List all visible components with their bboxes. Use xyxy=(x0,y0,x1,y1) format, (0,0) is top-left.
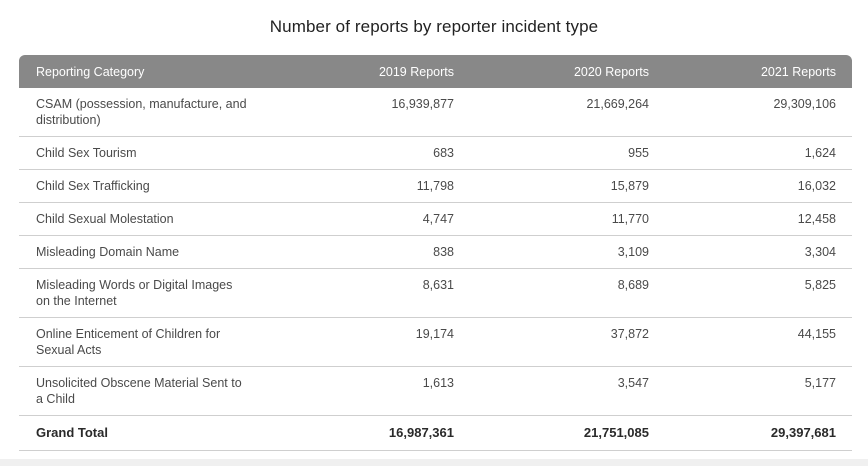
table-row: Misleading Words or Digital Images on th… xyxy=(19,269,852,318)
table-row: Child Sexual Molestation 4,747 11,770 12… xyxy=(19,203,852,236)
row-2019: 4,747 xyxy=(422,212,454,226)
row-2019: 19,174 xyxy=(415,327,454,341)
row-2020: 8,689 xyxy=(617,278,649,292)
grand-total-row: Grand Total 16,987,361 21,751,085 29,397… xyxy=(19,416,852,450)
row-category: Child Sex Tourism xyxy=(36,146,137,160)
row-category: Online Enticement of Children for Sexual… xyxy=(36,327,221,357)
row-category: Unsolicited Obscene Material Sent to a C… xyxy=(36,376,242,406)
row-category: Child Sex Trafficking xyxy=(36,179,150,193)
table-row: Misleading Domain Name 838 3,109 3,304 xyxy=(19,236,852,269)
row-2021: 5,825 xyxy=(804,278,836,292)
header-2019: 2019 Reports xyxy=(378,64,454,79)
total-2020: 21,751,085 xyxy=(583,425,649,440)
row-2020: 37,872 xyxy=(610,327,649,341)
row-2021: 3,304 xyxy=(804,245,836,259)
row-2021: 1,624 xyxy=(804,146,836,160)
row-2020: 21,669,264 xyxy=(586,97,649,111)
row-2019: 683 xyxy=(433,146,454,160)
row-2020: 15,879 xyxy=(610,179,649,193)
row-2021: 44,155 xyxy=(797,327,836,341)
row-category: CSAM (possession, manufacture, and distr… xyxy=(36,97,247,127)
row-2021: 29,309,106 xyxy=(773,97,836,111)
row-2020: 11,770 xyxy=(611,212,649,226)
header-category: Reporting Category xyxy=(36,64,145,79)
row-2020: 3,109 xyxy=(617,245,649,259)
row-2019: 8,631 xyxy=(422,278,454,292)
row-2019: 16,939,877 xyxy=(391,97,454,111)
row-category: Misleading Domain Name xyxy=(36,245,180,259)
page-bottom-edge xyxy=(0,459,868,466)
row-2019: 11,798 xyxy=(416,179,454,193)
row-2020: 955 xyxy=(628,146,649,160)
total-label: Grand Total xyxy=(36,425,108,440)
table-header-row: Reporting Category 2019 Reports 2020 Rep… xyxy=(19,55,852,88)
table-row: Child Sex Trafficking 11,798 15,879 16,0… xyxy=(19,170,852,203)
total-2021: 29,397,681 xyxy=(770,425,836,440)
header-2020: 2020 Reports xyxy=(573,64,649,79)
row-2021: 5,177 xyxy=(804,376,836,390)
row-2020: 3,547 xyxy=(617,376,649,390)
row-category: Child Sexual Molestation xyxy=(36,212,174,226)
header-2021: 2021 Reports xyxy=(760,64,836,79)
table-row: CSAM (possession, manufacture, and distr… xyxy=(19,88,852,137)
table-row: Unsolicited Obscene Material Sent to a C… xyxy=(19,367,852,416)
row-2021: 12,458 xyxy=(797,212,836,226)
row-2019: 838 xyxy=(433,245,454,259)
row-category: Misleading Words or Digital Images on th… xyxy=(36,278,233,308)
reports-table: Reporting Category 2019 Reports 2020 Rep… xyxy=(19,55,852,451)
row-2021: 16,032 xyxy=(797,179,836,193)
row-2019: 1,613 xyxy=(422,376,454,390)
table-title: Number of reports by reporter incident t… xyxy=(269,17,599,36)
table-row: Online Enticement of Children for Sexual… xyxy=(19,318,852,367)
total-2019: 16,987,361 xyxy=(388,425,454,440)
table-row: Child Sex Tourism 683 955 1,624 xyxy=(19,137,852,170)
